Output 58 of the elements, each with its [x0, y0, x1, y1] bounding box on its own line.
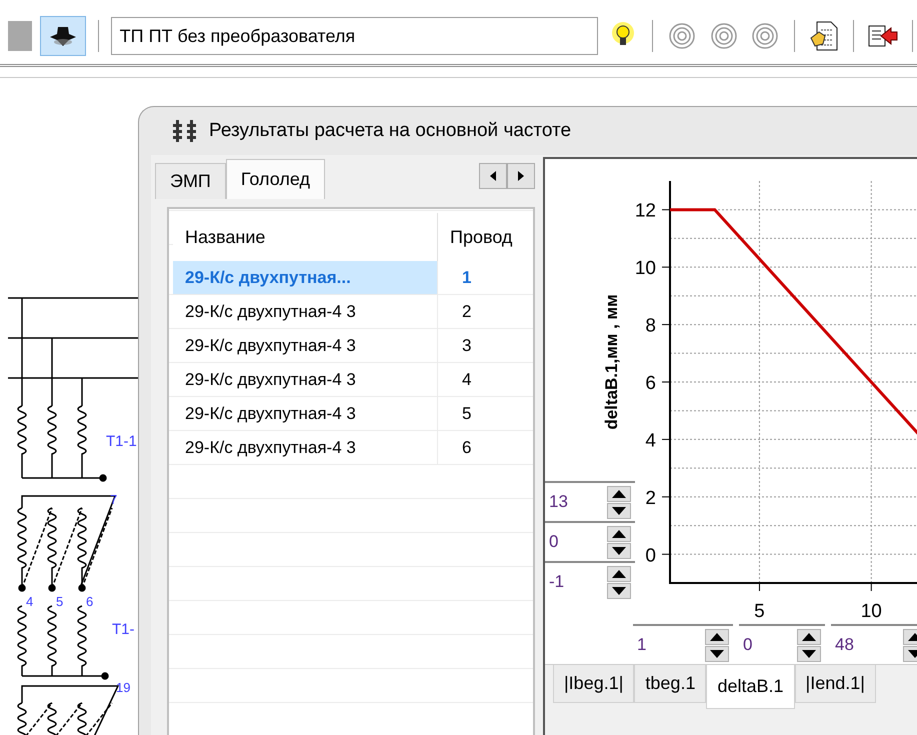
spin-up-button[interactable] [607, 526, 631, 542]
right-arrow-icon [518, 171, 524, 181]
tab[interactable]: tbeg.1 [634, 665, 706, 703]
up-arrow-icon [612, 530, 626, 538]
tick-label: 8 [645, 316, 656, 337]
scroll-right-button[interactable] [507, 163, 535, 189]
tab[interactable]: |Iend.1| [794, 665, 876, 703]
spin-up-button[interactable] [607, 566, 631, 582]
tick-label: 0 [645, 545, 656, 566]
tick-label: 2 [645, 488, 656, 509]
tick-label: 12 [634, 200, 656, 222]
spin-down-button[interactable] [705, 646, 729, 662]
y-axis-label: deltaB.1,мм , мм [602, 294, 621, 430]
spin-down-button[interactable] [607, 582, 631, 598]
tick-label: 10 [634, 258, 656, 280]
tick-label: 5 [754, 601, 765, 622]
toolbar-handle [8, 21, 32, 51]
view-button[interactable] [40, 16, 86, 56]
node-label: T1-1 [106, 433, 137, 450]
rings-icon [668, 22, 696, 50]
rings-icon [751, 22, 780, 50]
node-label: T1- [112, 621, 134, 638]
down-arrow-icon [612, 546, 626, 554]
spin-down-button[interactable] [797, 646, 821, 662]
left-arrow-icon [490, 171, 496, 181]
window-title: Результаты расчета на основной частоте [209, 120, 572, 142]
table-cell[interactable]: 29-К/с двухпутная... [173, 261, 438, 295]
down-arrow-icon [612, 586, 626, 594]
spin-down-button[interactable] [607, 542, 631, 558]
tab[interactable]: Гололед [226, 159, 325, 199]
tab[interactable]: deltaB.1 [706, 665, 795, 709]
up-arrow-icon [612, 570, 626, 578]
tick-label: 10 [860, 601, 882, 622]
up-arrow-icon [612, 490, 626, 498]
spin-up-button[interactable] [797, 628, 821, 644]
tab[interactable]: |Ibeg.1| [553, 665, 634, 703]
node-label: 5 [56, 594, 64, 609]
tab[interactable]: ЭМП [155, 163, 226, 199]
down-arrow-icon [802, 650, 816, 658]
insulator-icon [173, 120, 199, 142]
column-header[interactable]: Название [173, 213, 438, 261]
spin-down-button[interactable] [607, 502, 631, 518]
up-arrow-icon [802, 632, 816, 640]
document-hand-icon [809, 20, 840, 52]
rings-icon [710, 22, 738, 50]
scheme-field[interactable]: ТП ПТ без преобразователя [110, 17, 598, 55]
spin-up-button[interactable] [607, 486, 631, 502]
node-label: 4 [26, 594, 34, 609]
tick-label: 4 [645, 430, 656, 452]
scroll-left-button[interactable] [479, 163, 507, 189]
down-arrow-icon [612, 506, 626, 514]
up-arrow-icon [710, 632, 724, 640]
hat-icon [48, 25, 77, 47]
node-label: 6 [86, 594, 94, 609]
down-arrow-icon [710, 650, 724, 658]
spin-up-button[interactable] [705, 628, 729, 644]
tick-label: 6 [645, 373, 656, 394]
node-label: 19 [116, 680, 130, 695]
